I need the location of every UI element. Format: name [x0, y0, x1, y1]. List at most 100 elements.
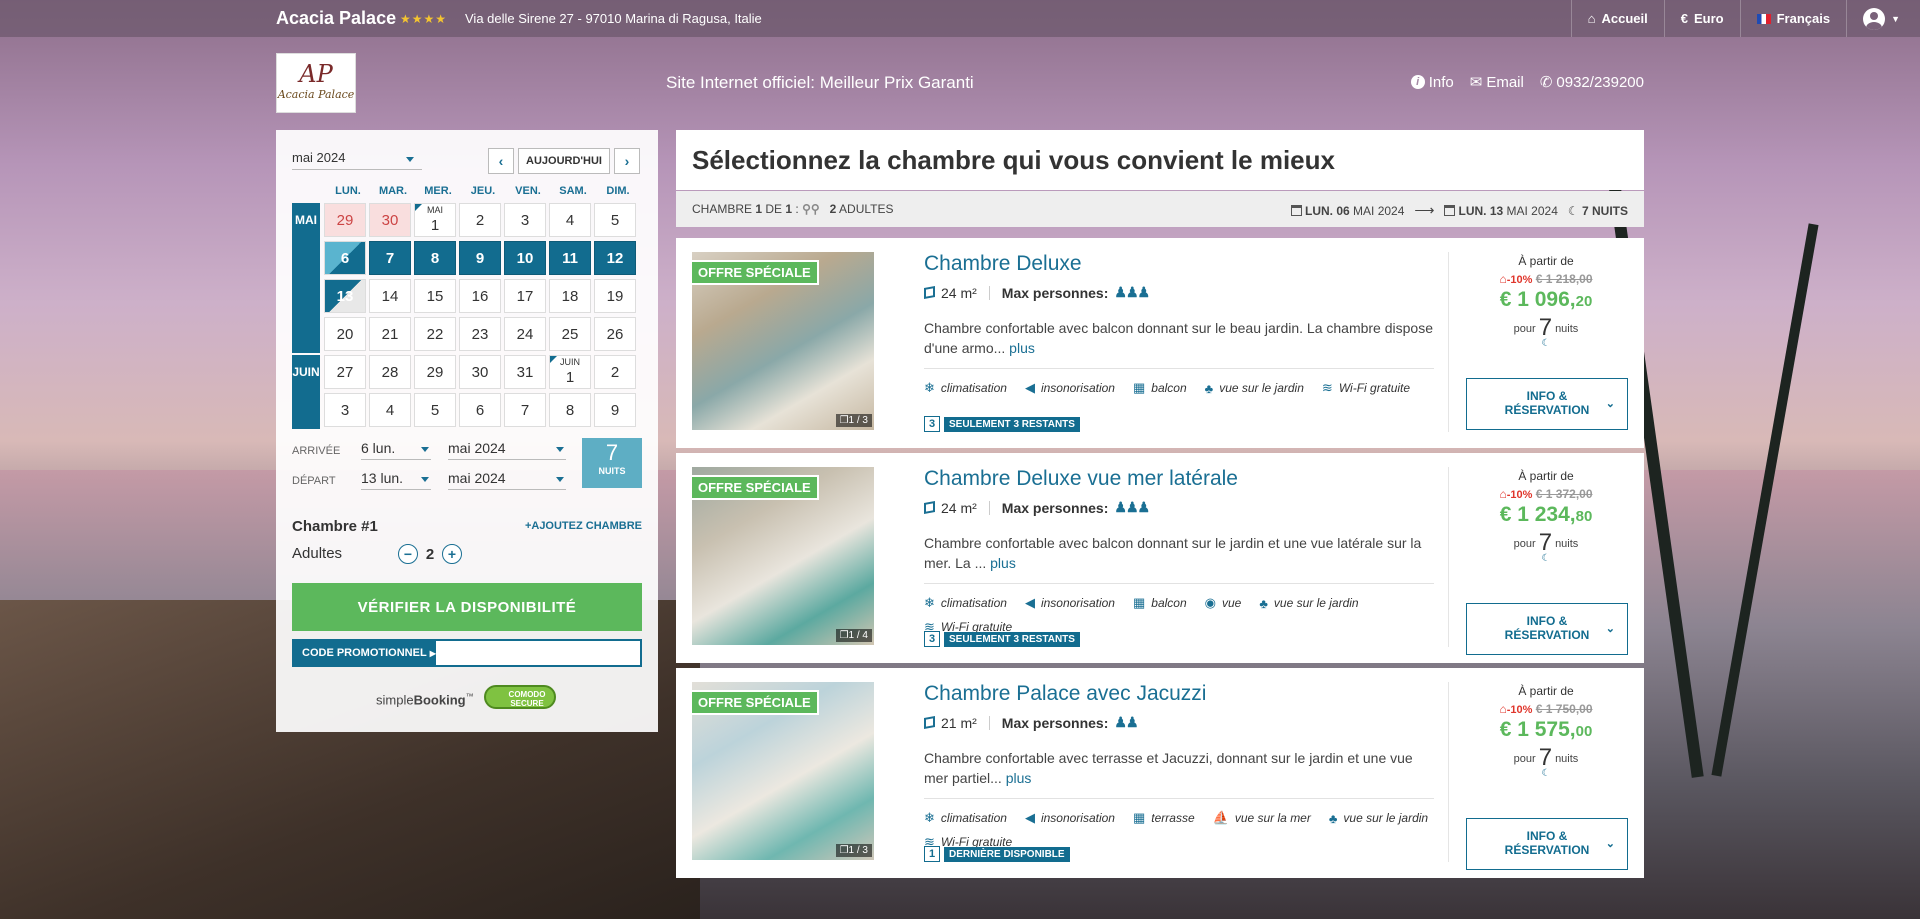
- euro-icon: €: [1680, 11, 1688, 26]
- departure-month-select[interactable]: mai 2024: [448, 470, 566, 490]
- calendar-day[interactable]: 8: [414, 241, 456, 275]
- calendar-day[interactable]: 12: [594, 241, 636, 275]
- amenity-label: vue: [1222, 596, 1242, 610]
- calendar-day[interactable]: 16: [459, 279, 501, 313]
- email-link[interactable]: ✉ Email: [1470, 73, 1524, 92]
- increment-adults-button[interactable]: +: [442, 544, 462, 564]
- promo-code-toggle[interactable]: CODE PROMOTIONNEL ▶: [294, 641, 436, 665]
- language-selector[interactable]: Français: [1739, 0, 1846, 37]
- departure-day-select[interactable]: 13 lun.: [361, 470, 431, 490]
- discount-tag-icon: ⌂: [1499, 272, 1507, 286]
- calendar-day[interactable]: 27: [324, 355, 366, 389]
- caret-down-icon: [421, 447, 429, 452]
- home-link[interactable]: ⌂ Accueil: [1570, 0, 1664, 37]
- person-icon: ♟♟♟: [1114, 499, 1150, 515]
- calendar-day[interactable]: 4: [369, 393, 411, 427]
- amenity: ▦ terrasse: [1133, 810, 1195, 826]
- info-link[interactable]: i Info: [1410, 73, 1454, 91]
- calendar-day[interactable]: 3: [324, 393, 366, 427]
- room-size: 24 m²: [941, 284, 977, 301]
- calendar-day[interactable]: JUIN 1: [549, 355, 591, 389]
- calendar-day[interactable]: 28: [369, 355, 411, 389]
- calendar-day-number: 3: [340, 401, 350, 419]
- calendar-day[interactable]: 6: [459, 393, 501, 427]
- calendar-day[interactable]: 17: [504, 279, 546, 313]
- currency-selector[interactable]: € Euro: [1663, 0, 1740, 37]
- tree-icon: ♣: [1328, 810, 1338, 826]
- moon-icon: ☾: [1541, 338, 1551, 349]
- calendar-day[interactable]: MAI 1: [414, 203, 456, 237]
- calendar-day[interactable]: 6: [324, 241, 366, 275]
- calendar-day-number: 7: [385, 249, 395, 267]
- hotel-name[interactable]: Acacia Palace: [276, 8, 396, 29]
- calendar-day[interactable]: 25: [549, 317, 591, 351]
- calendar-day[interactable]: 2: [459, 203, 501, 237]
- phone-link[interactable]: ✆ 0932/239200: [1540, 73, 1644, 92]
- verify-availability-button[interactable]: VÉRIFIER LA DISPONIBILITÉ: [292, 583, 642, 631]
- weekday-label: VEN.: [515, 185, 541, 197]
- people-icon: ⚲⚲: [802, 202, 820, 216]
- today-button[interactable]: AUJOURD'HUI: [518, 148, 610, 174]
- current-price: € 1 096,20: [1462, 288, 1630, 312]
- calendar-day[interactable]: 26: [594, 317, 636, 351]
- calendar-day[interactable]: 14: [369, 279, 411, 313]
- user-menu[interactable]: ▼: [1846, 0, 1920, 37]
- calendar-day[interactable]: 7: [504, 393, 546, 427]
- summary-adults-label: ADULTES: [836, 202, 894, 216]
- amenity: ◀ insonorisation: [1025, 810, 1115, 826]
- calendar-day[interactable]: 4: [549, 203, 591, 237]
- room-name[interactable]: Chambre Palace avec Jacuzzi: [924, 682, 1206, 706]
- calendar-day[interactable]: 7: [369, 241, 411, 275]
- room-name[interactable]: Chambre Deluxe vue mer latérale: [924, 467, 1238, 491]
- more-link[interactable]: plus: [1006, 770, 1032, 786]
- calendar-day[interactable]: 10: [504, 241, 546, 275]
- button-line: RÉSERVATION: [1504, 843, 1590, 857]
- promo-code-input[interactable]: [436, 641, 640, 665]
- calendar-nav: ‹ AUJOURD'HUI ›: [488, 148, 640, 174]
- calendar-day[interactable]: 2: [594, 355, 636, 389]
- arrival-month-value: mai 2024: [448, 440, 506, 456]
- calendar-day[interactable]: 8: [549, 393, 591, 427]
- calendar-day-number: 5: [610, 211, 620, 229]
- calendar-day[interactable]: 5: [594, 203, 636, 237]
- calendar-day-number: 1: [430, 217, 440, 234]
- more-link[interactable]: plus: [1009, 340, 1035, 356]
- month-select[interactable]: mai 2024: [292, 150, 422, 170]
- more-link[interactable]: plus: [990, 555, 1016, 571]
- decrement-adults-button[interactable]: −: [398, 544, 418, 564]
- calendar-day[interactable]: 31: [504, 355, 546, 389]
- add-room-link[interactable]: +AJOUTEZ CHAMBRE: [525, 520, 642, 532]
- button-line: INFO &: [1526, 614, 1568, 628]
- max-persons-label: Max personnes:: [1001, 499, 1109, 516]
- calendar-day[interactable]: 29: [414, 355, 456, 389]
- calendar-day[interactable]: 21: [369, 317, 411, 351]
- calendar-day[interactable]: 22: [414, 317, 456, 351]
- calendar-day[interactable]: 18: [549, 279, 591, 313]
- calendar-day[interactable]: 30: [369, 203, 411, 237]
- info-reservation-button[interactable]: INFO & RÉSERVATION ⌄: [1466, 818, 1628, 870]
- calendar-day[interactable]: 24: [504, 317, 546, 351]
- calendar-day[interactable]: 11: [549, 241, 591, 275]
- calendar-day[interactable]: 19: [594, 279, 636, 313]
- arrival-month-select[interactable]: mai 2024: [448, 440, 566, 460]
- info-reservation-button[interactable]: INFO & RÉSERVATION ⌄: [1466, 603, 1628, 655]
- calendar-day[interactable]: 3: [504, 203, 546, 237]
- room-name[interactable]: Chambre Deluxe: [924, 252, 1082, 276]
- info-reservation-button[interactable]: INFO & RÉSERVATION ⌄: [1466, 378, 1628, 430]
- prev-month-button[interactable]: ‹: [488, 148, 514, 174]
- nights-label: NUITS: [598, 466, 626, 476]
- calendar-day[interactable]: 29: [324, 203, 366, 237]
- calendar-day[interactable]: 5: [414, 393, 456, 427]
- calendar-day[interactable]: 23: [459, 317, 501, 351]
- next-month-button[interactable]: ›: [614, 148, 640, 174]
- hotel-logo[interactable]: AP Acacia Palace: [276, 53, 356, 113]
- calendar-day[interactable]: 9: [594, 393, 636, 427]
- calendar-day[interactable]: 9: [459, 241, 501, 275]
- calendar-day[interactable]: 20: [324, 317, 366, 351]
- arrival-day-select[interactable]: 6 lun.: [361, 440, 431, 460]
- chevron-down-icon: ▼: [1891, 13, 1900, 24]
- calendar-day[interactable]: 30: [459, 355, 501, 389]
- calendar-day[interactable]: 15: [414, 279, 456, 313]
- amenity-label: vue sur le jardin: [1343, 811, 1429, 825]
- calendar-day[interactable]: 13: [324, 279, 366, 313]
